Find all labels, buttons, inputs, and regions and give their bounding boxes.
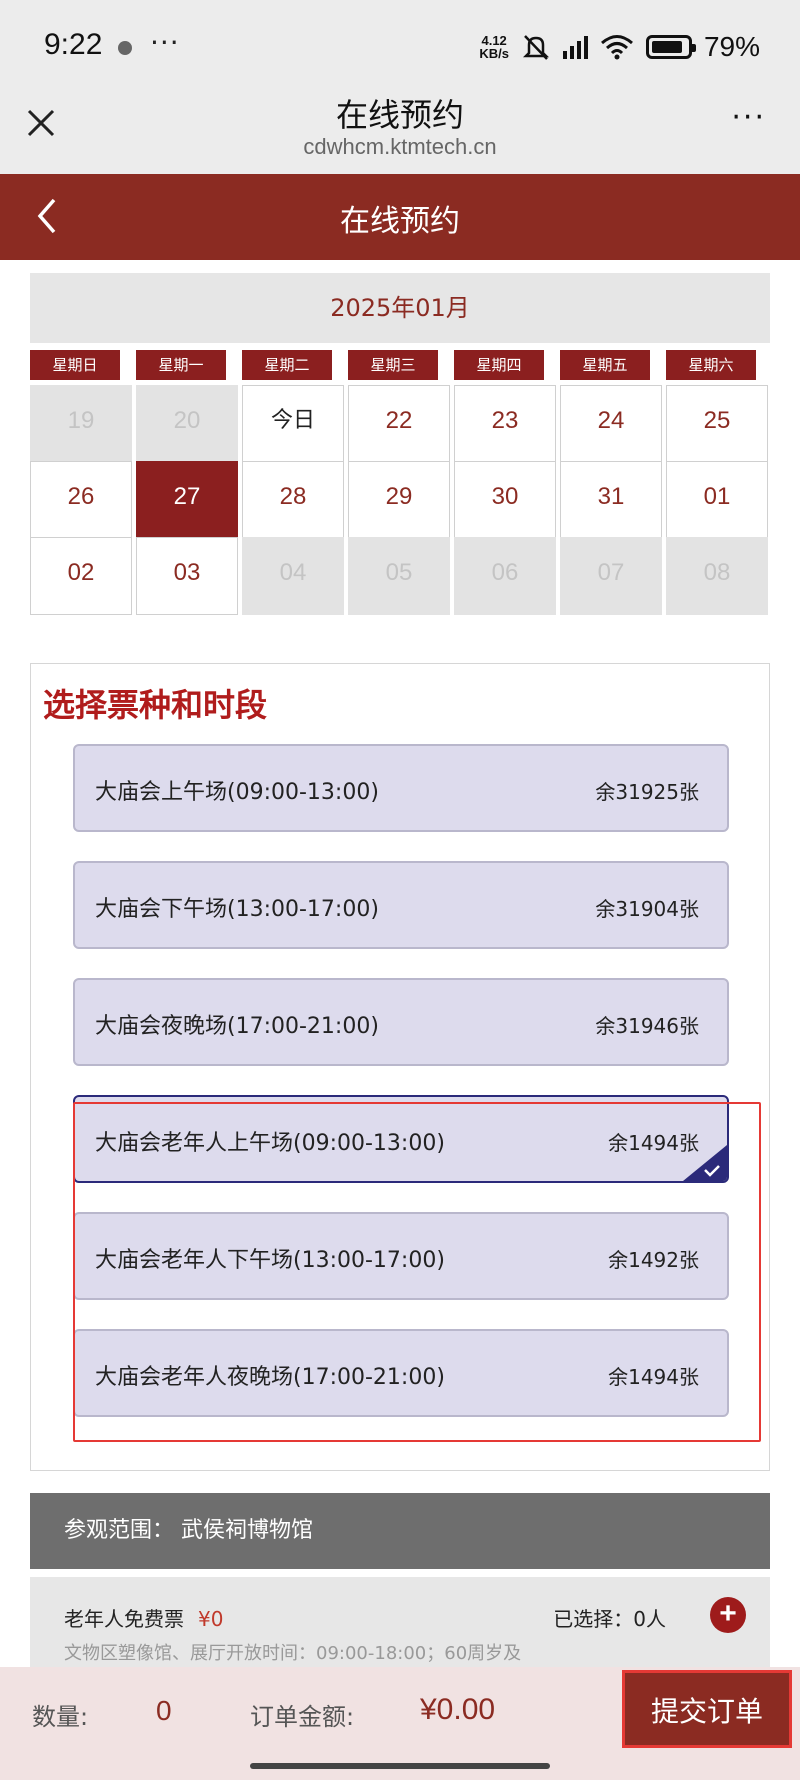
ticket-option-name: 大庙会下午场(13:00-17:00) bbox=[95, 897, 379, 922]
status-time: 9:22 bbox=[44, 28, 103, 61]
calendar-day[interactable]: 24 bbox=[560, 385, 662, 463]
calendar-day[interactable]: 01 bbox=[666, 461, 768, 539]
calendar-day: 07 bbox=[560, 537, 662, 615]
ticket-option-remaining: 余31925张 bbox=[595, 780, 699, 804]
ticket-type-name: 老年人免费票 ¥0 bbox=[64, 1607, 224, 1631]
calendar-day: 20 bbox=[136, 385, 238, 463]
calendar-day: 06 bbox=[454, 537, 556, 615]
signal-icon bbox=[562, 35, 588, 59]
calendar-day: 05 bbox=[348, 537, 450, 615]
status-bar: 9:22 ··· 4.12 KB/s 79% bbox=[0, 0, 800, 92]
quantity-label: 数量: bbox=[32, 1703, 89, 1731]
calendar-day: 04 bbox=[242, 537, 344, 615]
notification-icon bbox=[118, 41, 132, 55]
weekday-label: 星期一 bbox=[136, 350, 226, 380]
calendar-day: 08 bbox=[666, 537, 768, 615]
calendar-day[interactable]: 28 bbox=[242, 461, 344, 539]
ticket-option-name: 大庙会上午场(09:00-13:00) bbox=[95, 780, 379, 805]
ticket-type-price: ¥0 bbox=[198, 1607, 224, 1631]
ticket-option-name: 大庙会夜晚场(17:00-21:00) bbox=[95, 1014, 379, 1039]
weekday-label: 星期二 bbox=[242, 350, 332, 380]
calendar-day[interactable]: 22 bbox=[348, 385, 450, 463]
ticket-option-remaining: 余31904张 bbox=[595, 897, 699, 921]
battery-percent: 79% bbox=[703, 31, 760, 62]
ticket-option-remaining: 余31946张 bbox=[595, 1014, 699, 1038]
app-header: 在线预约 bbox=[0, 174, 800, 260]
calendar-month: 2025年01月 bbox=[30, 273, 770, 343]
calendar-day[interactable]: 02 bbox=[30, 537, 132, 615]
weekday-label: 星期五 bbox=[560, 350, 650, 380]
ticket-type-description: 文物区塑像馆、展厅开放时间：09:00-18:00；60周岁及 bbox=[64, 1643, 522, 1664]
calendar-day[interactable]: 23 bbox=[454, 385, 556, 463]
quantity-value: 0 bbox=[156, 1695, 172, 1726]
home-indicator[interactable] bbox=[250, 1763, 550, 1769]
ticket-option[interactable]: 大庙会上午场(09:00-13:00) 余31925张 bbox=[73, 744, 729, 832]
calendar-day[interactable]: 03 bbox=[136, 537, 238, 615]
battery-icon bbox=[645, 35, 696, 59]
add-ticket-button[interactable]: + bbox=[710, 1597, 746, 1633]
selected-count: 已选择：0人 bbox=[553, 1607, 666, 1631]
page-title: 在线预约 bbox=[340, 204, 460, 239]
weekday-label: 星期六 bbox=[666, 350, 756, 380]
submit-order-button[interactable]: 提交订单 bbox=[622, 1670, 792, 1748]
section-title: 选择票种和时段 bbox=[43, 686, 268, 724]
more-icon[interactable]: ··· bbox=[731, 100, 766, 135]
amount-value: ¥0.00 bbox=[420, 1693, 496, 1726]
status-more-icon: ··· bbox=[150, 26, 180, 59]
weekday-label: 星期三 bbox=[348, 350, 438, 380]
calendar-day[interactable]: 30 bbox=[454, 461, 556, 539]
calendar-day: 19 bbox=[30, 385, 132, 463]
amount-label: 订单金额: bbox=[250, 1703, 355, 1731]
weekday-label: 星期四 bbox=[454, 350, 544, 380]
browser-title: 在线预约 bbox=[335, 96, 464, 134]
weekday-label: 星期日 bbox=[30, 350, 120, 380]
calendar-day[interactable]: 25 bbox=[666, 385, 768, 463]
visit-scope: 参观范围： 武侯祠博物馆 bbox=[30, 1493, 770, 1569]
net-speed: 4.12 KB/s bbox=[479, 33, 509, 61]
calendar-day[interactable]: 31 bbox=[560, 461, 662, 539]
calendar-day[interactable]: 29 bbox=[348, 461, 450, 539]
ticket-option[interactable]: 大庙会夜晚场(17:00-21:00) 余31946张 bbox=[73, 978, 729, 1066]
calendar-day[interactable]: 27 bbox=[136, 461, 238, 539]
calendar-weekdays: 星期日 星期一 星期二 星期三 星期四 星期五 星期六 bbox=[30, 350, 770, 380]
browser-header: 在线预约 cdwhcm.ktmtech.cn ··· bbox=[0, 92, 800, 174]
ticket-type-row: 老年人免费票 ¥0 已选择：0人 + 文物区塑像馆、展厅开放时间：09:00-18… bbox=[30, 1577, 770, 1667]
calendar-grid: 19 20 今日 22 23 24 25 26 27 28 29 30 31 01 02 03 04 05 06 07… bbox=[30, 385, 770, 639]
calendar-day[interactable]: 今日 bbox=[242, 385, 344, 463]
highlight-box bbox=[73, 1102, 761, 1442]
browser-url: cdwhcm.ktmtech.cn bbox=[303, 134, 497, 159]
ticket-option[interactable]: 大庙会下午场(13:00-17:00) 余31904张 bbox=[73, 861, 729, 949]
status-right: 4.12 KB/s 79% bbox=[479, 30, 760, 64]
calendar-day[interactable]: 26 bbox=[30, 461, 132, 539]
wifi-icon bbox=[600, 35, 633, 60]
mute-icon bbox=[522, 35, 549, 60]
